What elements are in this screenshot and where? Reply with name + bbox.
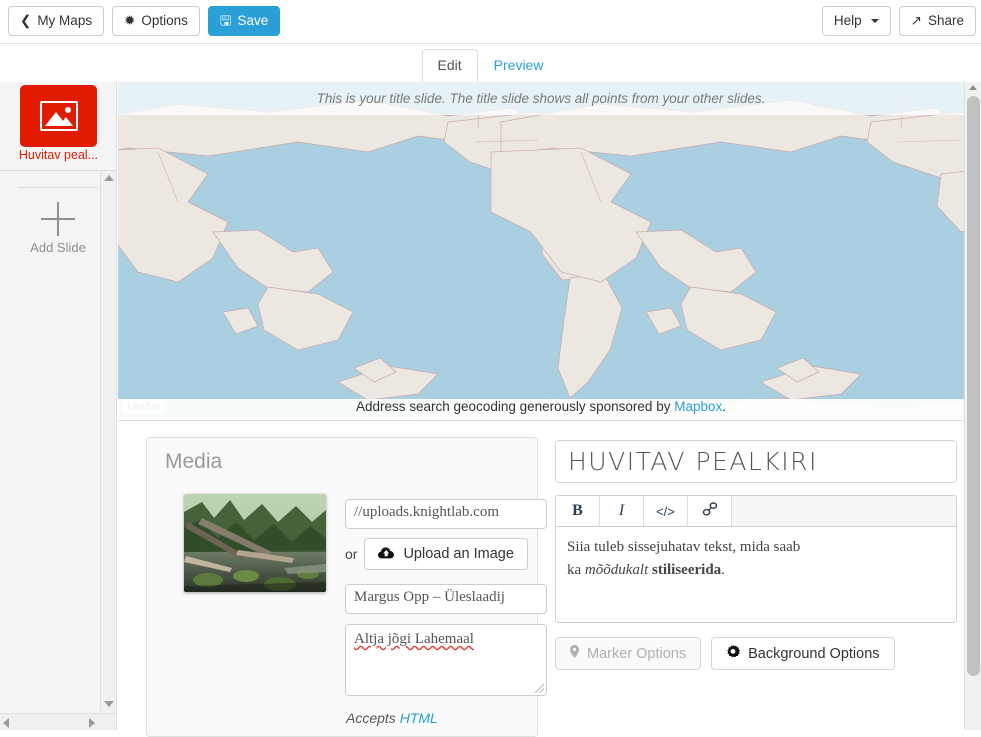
options-button[interactable]: ✹ Options: [112, 6, 200, 36]
mapbox-link[interactable]: Mapbox: [674, 399, 722, 414]
page-vertical-scrollbar[interactable]: [964, 82, 981, 730]
gear-icon: [726, 644, 741, 663]
map-canvas[interactable]: This is your title slide. The title slid…: [118, 82, 964, 418]
header-left-group: ❮ My Maps ✹ Options 🖫 Save: [8, 6, 281, 36]
rte-line2-italic: mõõdukalt: [584, 561, 649, 578]
rte-body[interactable]: Siia tuleb sissejuhatav tekst, mida saab…: [556, 527, 956, 622]
media-caption-field[interactable]: Altja jõgi Lahemaal: [345, 624, 547, 696]
sidebar-horizontal-scrollbar[interactable]: [0, 713, 116, 730]
app-header: ❮ My Maps ✹ Options 🖫 Save Help ↗ Share: [0, 0, 981, 44]
tab-preview[interactable]: Preview: [478, 49, 560, 82]
rte-line2-plain-a: ka: [567, 561, 585, 578]
html-help-link[interactable]: HTML: [400, 710, 438, 726]
bold-button[interactable]: B: [556, 496, 600, 526]
slide-title-label: Huvitav peal...: [18, 148, 99, 162]
media-credit-input[interactable]: Margus Opp – Üleslaadij: [345, 584, 547, 614]
italic-label: I: [618, 502, 625, 519]
link-button[interactable]: [688, 496, 732, 526]
background-options-label: Background Options: [748, 645, 880, 662]
or-label: or: [345, 546, 358, 562]
share-label: Share: [927, 13, 964, 29]
link-icon: [702, 501, 718, 521]
slide-editor: Media //uploads.knightlab.com or Upload …: [118, 421, 964, 737]
chevron-left-icon: ❮: [20, 13, 32, 29]
tab-edit-label: Edit: [437, 57, 462, 74]
tab-edit[interactable]: Edit: [421, 49, 478, 82]
bold-label: B: [572, 502, 583, 519]
upload-image-button[interactable]: Upload an Image: [364, 538, 528, 570]
add-slide-button[interactable]: Add Slide: [16, 187, 100, 255]
accepts-html-note: Accepts HTML: [346, 710, 438, 726]
textarea-resize-grip[interactable]: [535, 684, 544, 693]
geocoding-suffix: .: [722, 399, 726, 414]
add-slide-label: Add Slide: [30, 240, 86, 255]
code-label: </>: [656, 503, 675, 519]
forest-stream-photo: [184, 494, 326, 592]
help-label: Help: [833, 13, 862, 29]
tab-preview-label: Preview: [493, 57, 544, 74]
slide-thumbnail-title[interactable]: [20, 85, 97, 147]
share-external-icon: ↗: [910, 13, 922, 29]
view-tabs: Edit Preview: [0, 44, 981, 82]
scroll-up-arrow-icon[interactable]: [969, 85, 977, 90]
save-button[interactable]: 🖫 Save: [207, 6, 281, 36]
scroll-left-arrow-icon[interactable]: [3, 718, 9, 728]
my-maps-button[interactable]: ❮ My Maps: [8, 6, 105, 36]
upload-image-label: Upload an Image: [403, 546, 514, 562]
italic-button[interactable]: I: [600, 496, 644, 526]
upload-row: or Upload an Image: [345, 538, 528, 570]
scroll-up-arrow-icon[interactable]: [104, 175, 114, 181]
scroll-right-arrow-icon[interactable]: [89, 718, 95, 728]
geocoding-prefix: Address search geocoding generously spon…: [356, 399, 675, 414]
geocoding-attribution: Address search geocoding generously spon…: [118, 399, 964, 419]
plus-icon: [41, 202, 75, 236]
add-slide-rule: [18, 187, 98, 188]
picture-icon: [39, 101, 78, 131]
marker-options-button[interactable]: Marker Options: [555, 637, 702, 670]
rte-toolbar: B I </>: [556, 496, 956, 527]
slide-title-input[interactable]: HUVITAV PEALKIRI: [555, 440, 957, 483]
media-caption-input[interactable]: Altja jõgi Lahemaal: [345, 624, 547, 696]
world-map-graphic: [118, 82, 964, 418]
media-caption-value: Altja jõgi Lahemaal: [354, 631, 474, 647]
options-label: Options: [141, 13, 188, 29]
slide-title-value: HUVITAV PEALKIRI: [568, 447, 818, 476]
code-button[interactable]: </>: [644, 496, 688, 526]
background-options-button[interactable]: Background Options: [711, 637, 895, 670]
gear-icon: ✹: [124, 13, 136, 29]
media-panel-title: Media: [165, 450, 223, 473]
cloud-upload-icon: [378, 546, 395, 563]
help-button[interactable]: Help: [821, 6, 891, 36]
media-url-input[interactable]: //uploads.knightlab.com: [345, 499, 547, 529]
rte-body-line-1: Siia tuleb sissejuhatav tekst, mida saab: [567, 539, 801, 555]
options-row: Marker Options Background Options: [555, 637, 957, 670]
rich-text-editor: B I </> Siia tuleb sissejuhatav tekst, m…: [555, 495, 957, 623]
my-maps-label: My Maps: [37, 13, 93, 29]
rte-body-line-2: ka mõõdukalt stiliseerida.: [567, 559, 945, 582]
chevron-down-icon: [870, 19, 879, 23]
title-slide-note: This is your title slide. The title slid…: [118, 82, 964, 115]
rte-line2-period: .: [721, 561, 725, 578]
rte-line2-bold: stiliseerida: [652, 561, 722, 578]
media-panel: Media //uploads.knightlab.com or Upload …: [146, 437, 547, 737]
share-button[interactable]: ↗ Share: [898, 6, 976, 36]
page-scrollbar-thumb[interactable]: [967, 96, 980, 676]
accepts-prefix: Accepts: [346, 710, 400, 726]
sidebar-vertical-scrollbar[interactable]: [100, 171, 116, 711]
header-right-group: Help ↗ Share: [821, 6, 976, 36]
text-column: HUVITAV PEALKIRI B I </> Siia tuleb siss…: [555, 440, 957, 670]
save-label: Save: [237, 13, 269, 29]
floppy-disk-icon: 🖫: [219, 13, 232, 29]
map-pin-icon: [570, 645, 579, 662]
slides-sidebar: Huvitav peal... Add Slide: [0, 82, 117, 730]
scroll-down-arrow-icon[interactable]: [104, 701, 114, 707]
marker-options-label: Marker Options: [587, 645, 687, 662]
media-preview-image[interactable]: [184, 494, 326, 592]
